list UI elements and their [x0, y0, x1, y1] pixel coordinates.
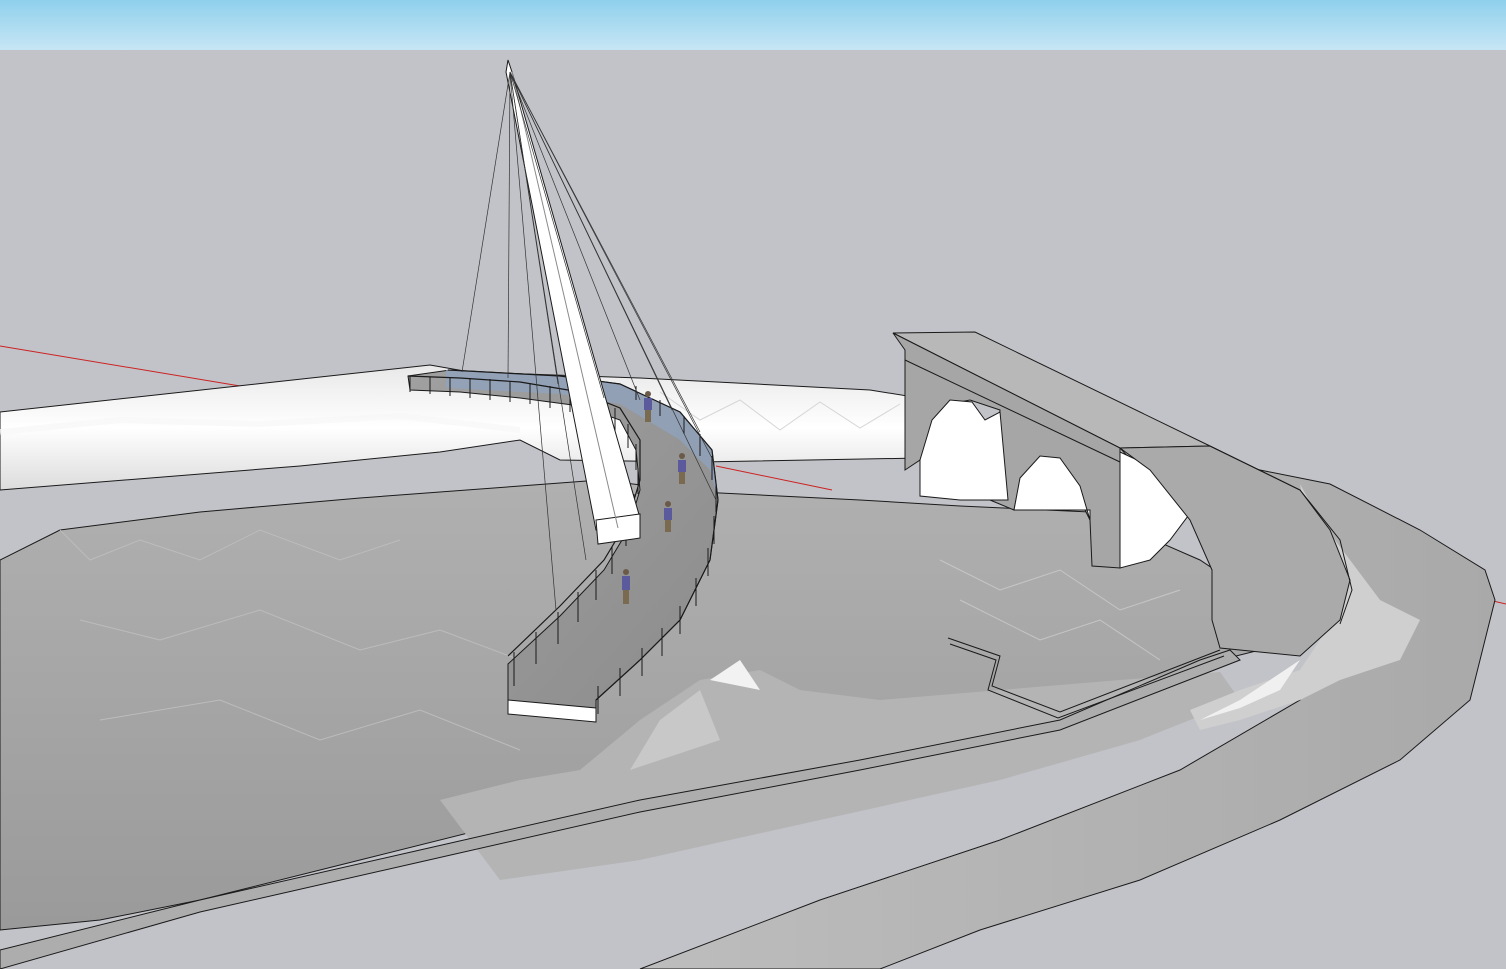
sketchup-viewport[interactable]: [0, 0, 1506, 969]
scene-3d-model[interactable]: [0, 0, 1506, 969]
